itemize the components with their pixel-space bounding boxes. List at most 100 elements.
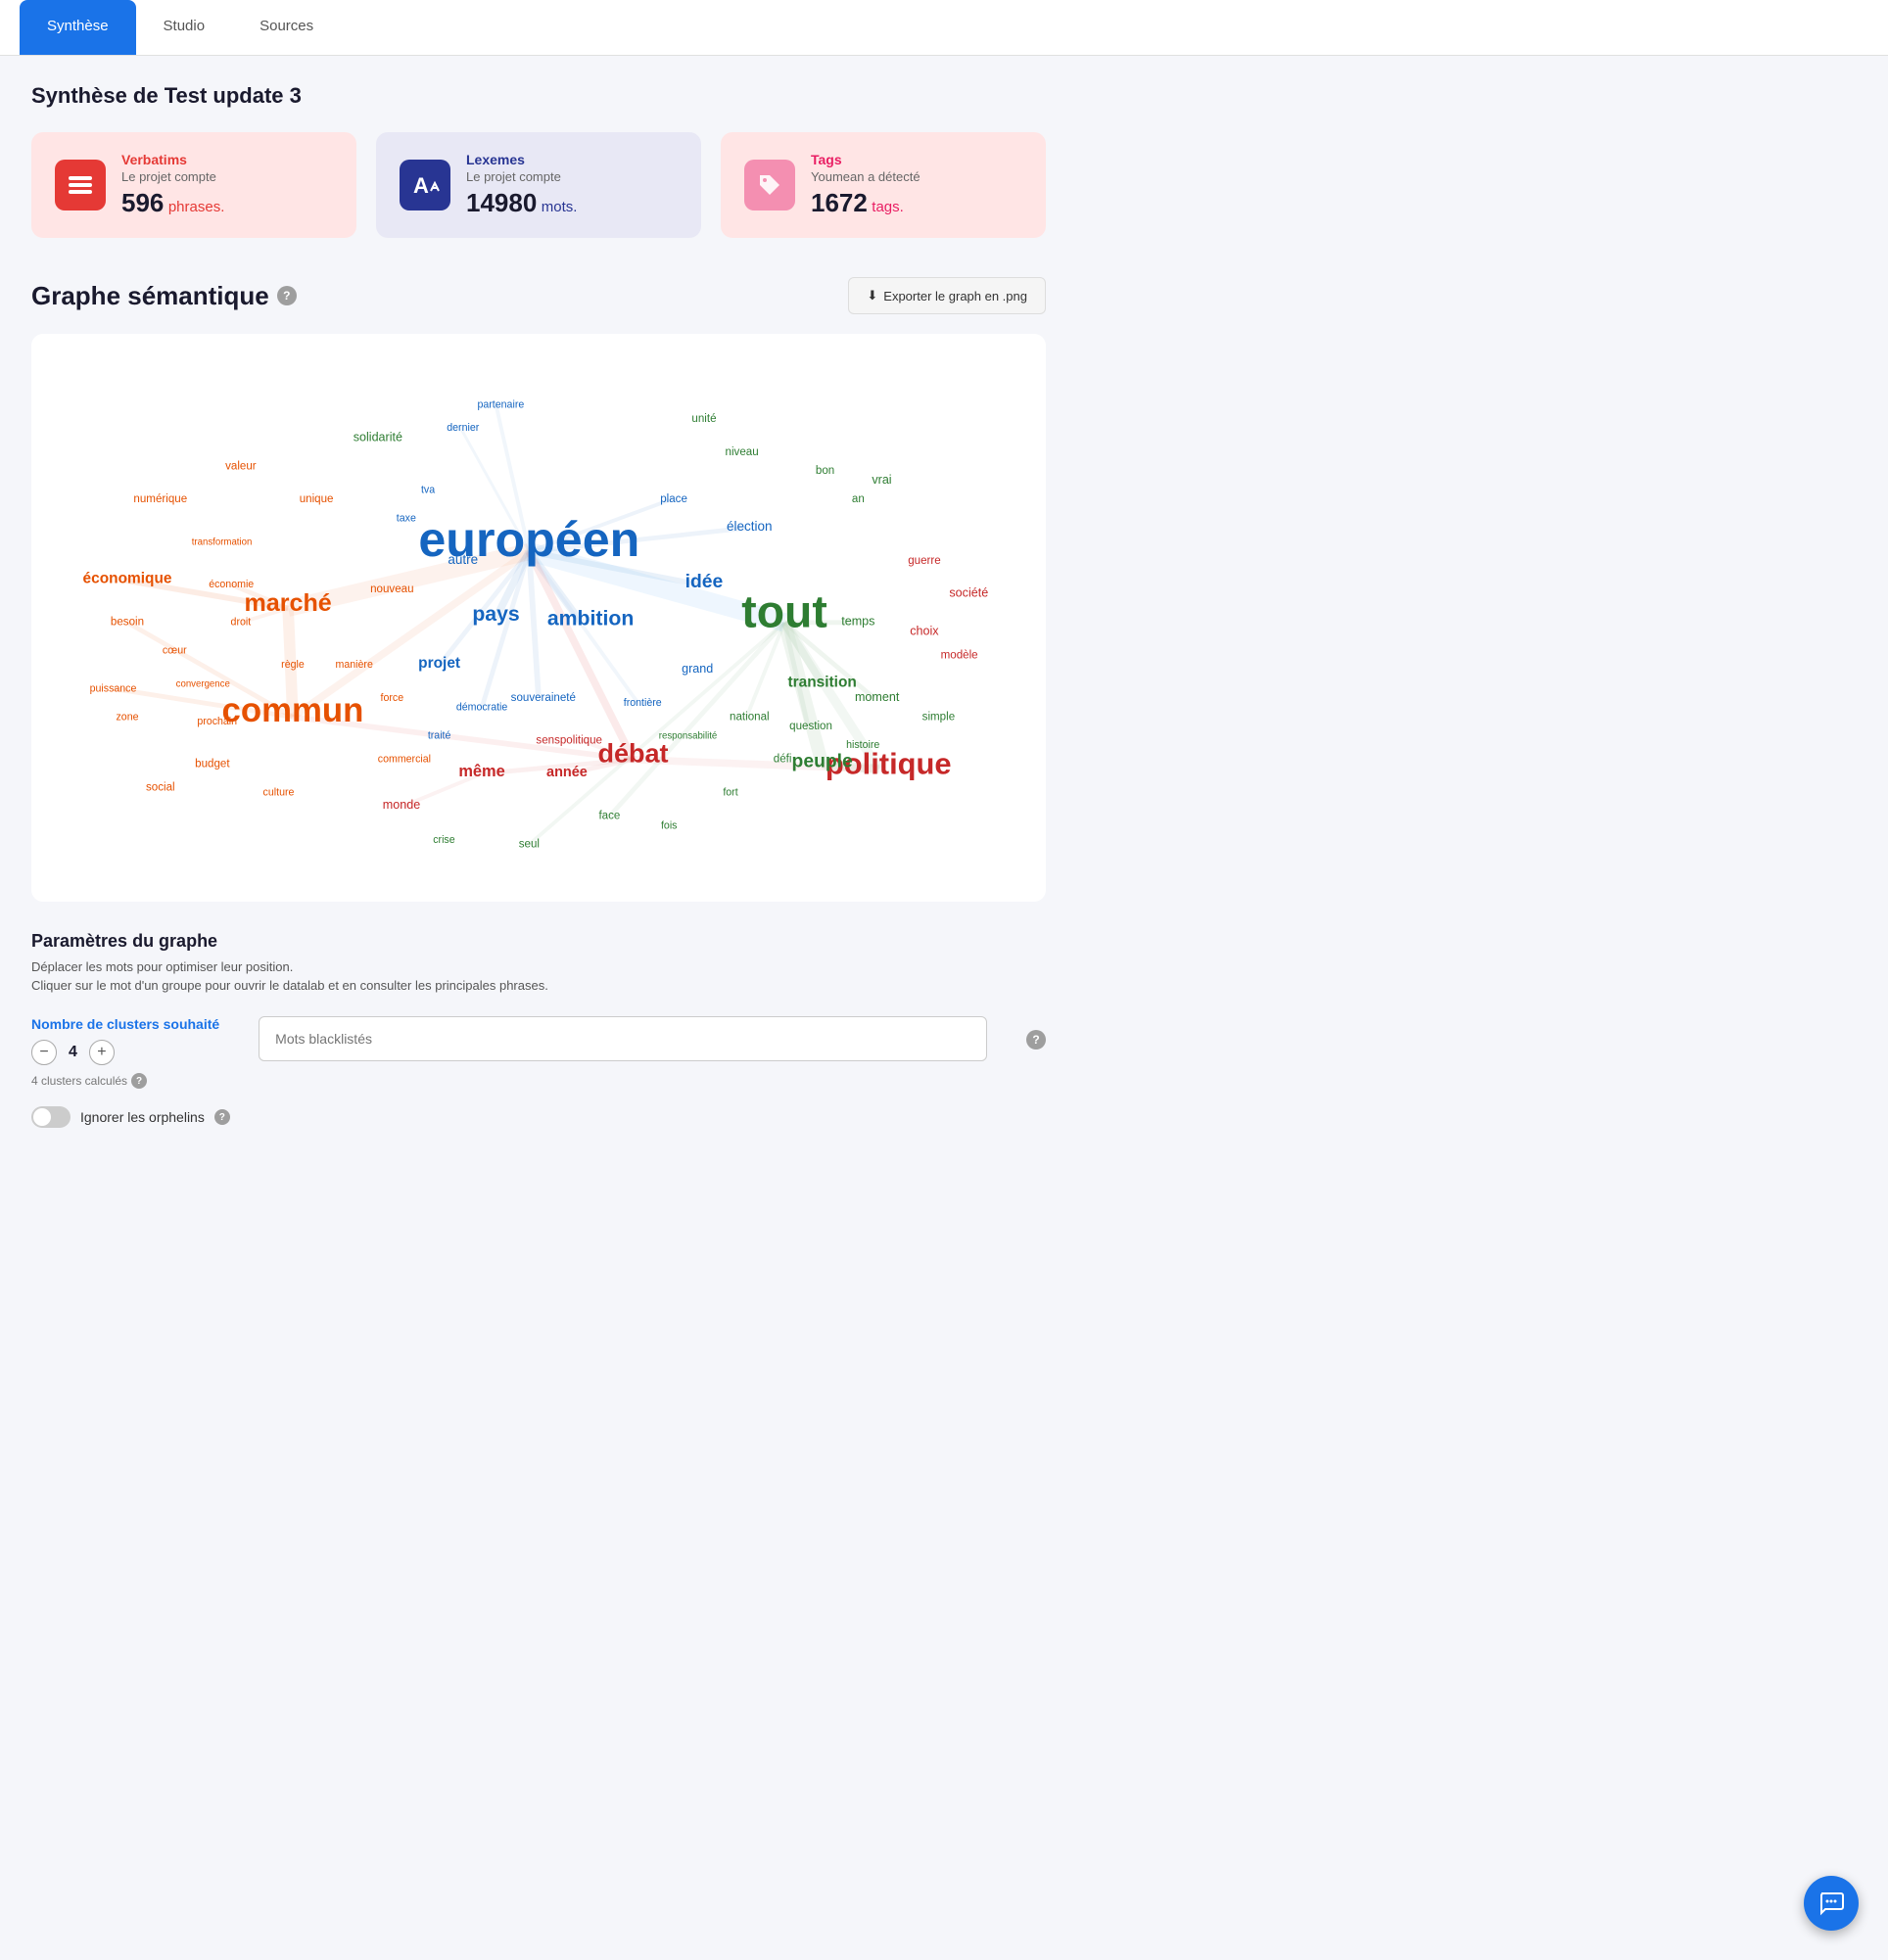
svg-text:solidarité: solidarité — [354, 430, 402, 443]
svg-text:A: A — [413, 173, 429, 198]
verbatims-desc: Le projet compte — [121, 169, 224, 184]
cluster-decrement-button[interactable]: − — [31, 1040, 57, 1065]
lexemes-label: Lexemes — [466, 152, 577, 167]
cluster-label: Nombre de clusters souhaité — [31, 1016, 219, 1032]
svg-text:société: société — [949, 586, 988, 600]
svg-text:élection: élection — [727, 519, 773, 534]
cluster-increment-button[interactable]: + — [89, 1040, 115, 1065]
orphans-help-icon[interactable]: ? — [214, 1109, 230, 1125]
svg-text:droit: droit — [231, 617, 252, 629]
svg-text:convergence: convergence — [176, 678, 230, 689]
svg-text:frontière: frontière — [624, 697, 662, 709]
svg-text:prochain: prochain — [197, 716, 237, 727]
svg-text:crise: crise — [433, 834, 454, 846]
svg-text:histoire: histoire — [846, 739, 879, 751]
svg-text:tout: tout — [741, 586, 826, 637]
svg-text:souveraineté: souveraineté — [511, 692, 576, 704]
svg-text:commercial: commercial — [378, 754, 431, 766]
svg-text:force: force — [381, 692, 404, 704]
svg-text:besoin: besoin — [111, 617, 144, 629]
lexemes-card[interactable]: A Lexemes Le projet compte 14980 mots. — [376, 132, 701, 238]
svg-text:bon: bon — [816, 465, 834, 477]
svg-text:budget: budget — [195, 759, 230, 770]
stats-row: Verbatims Le projet compte 596 phrases. … — [31, 132, 1046, 238]
lexemes-desc: Le projet compte — [466, 169, 577, 184]
toggle-row: Ignorer les orphelins ? — [31, 1106, 1046, 1128]
svg-text:monde: monde — [383, 798, 420, 812]
cluster-control: Nombre de clusters souhaité − 4 + 4 clus… — [31, 1016, 219, 1089]
graph-help-icon[interactable]: ? — [277, 286, 297, 305]
semantic-graph-svg: européen tout commun politique marché dé… — [41, 344, 1036, 892]
cluster-value: 4 — [69, 1044, 77, 1061]
svg-text:face: face — [598, 811, 620, 822]
svg-text:ambition: ambition — [547, 607, 634, 630]
svg-text:peuple: peuple — [792, 752, 853, 772]
svg-text:simple: simple — [922, 711, 955, 723]
blacklist-help-icon[interactable]: ? — [1026, 1030, 1046, 1050]
svg-text:partenaire: partenaire — [477, 399, 524, 411]
svg-text:social: social — [146, 782, 175, 794]
lexemes-number: 14980 mots. — [466, 188, 577, 218]
verbatims-card[interactable]: Verbatims Le projet compte 596 phrases. — [31, 132, 356, 238]
svg-text:démocratie: démocratie — [456, 702, 508, 714]
params-controls: Nombre de clusters souhaité − 4 + 4 clus… — [31, 1016, 1046, 1089]
svg-text:pays: pays — [472, 602, 519, 626]
graph-container: européen tout commun politique marché dé… — [31, 334, 1046, 902]
blacklist-control — [259, 1016, 987, 1061]
tab-studio[interactable]: Studio — [136, 0, 233, 55]
blacklist-input[interactable] — [259, 1016, 987, 1061]
params-desc2: Cliquer sur le mot d'un groupe pour ouvr… — [31, 978, 1046, 993]
svg-text:transformation: transformation — [192, 537, 253, 548]
tags-icon — [744, 160, 795, 210]
verbatims-label: Verbatims — [121, 152, 224, 167]
svg-text:autre: autre — [448, 552, 478, 567]
download-icon: ⬇ — [867, 288, 877, 303]
svg-text:politique: politique — [560, 734, 602, 746]
orphans-toggle[interactable] — [31, 1106, 71, 1128]
lexemes-text: Lexemes Le projet compte 14980 mots. — [466, 152, 577, 218]
svg-text:même: même — [458, 763, 504, 780]
svg-text:unique: unique — [300, 493, 334, 505]
svg-text:valeur: valeur — [225, 460, 257, 472]
svg-text:défi: défi — [774, 754, 792, 766]
svg-text:choix: choix — [910, 624, 939, 637]
graph-section-header: Graphe sémantique ? ⬇ Exporter le graph … — [31, 277, 1046, 314]
lexemes-icon: A — [400, 160, 450, 210]
cluster-stepper: − 4 + — [31, 1040, 219, 1065]
cluster-help-icon[interactable]: ? — [131, 1073, 147, 1089]
tabs-bar: Synthèse Studio Sources — [0, 0, 1888, 56]
svg-text:an: an — [852, 493, 865, 505]
verbatims-number: 596 phrases. — [121, 188, 224, 218]
svg-text:idée: idée — [685, 572, 724, 592]
svg-text:fois: fois — [661, 819, 678, 831]
svg-text:cœur: cœur — [163, 645, 187, 657]
chat-fab-button[interactable] — [1804, 1876, 1859, 1931]
tags-text: Tags Youmean a détecté 1672 tags. — [811, 152, 920, 218]
tags-unit: tags. — [872, 199, 904, 215]
svg-text:guerre: guerre — [908, 555, 940, 567]
params-desc1: Déplacer les mots pour optimiser leur po… — [31, 959, 1046, 974]
svg-text:niveau: niveau — [726, 446, 759, 458]
params-title: Paramètres du graphe — [31, 931, 1046, 952]
svg-text:unité: unité — [691, 413, 716, 425]
svg-text:marché: marché — [244, 589, 331, 617]
main-content: Synthèse de Test update 3 Verbatims Le p… — [0, 56, 1077, 1155]
verbatims-icon — [55, 160, 106, 210]
svg-text:économie: économie — [209, 579, 254, 590]
svg-text:économique: économique — [83, 570, 172, 586]
graph-title: Graphe sémantique ? — [31, 281, 297, 311]
tab-synthese[interactable]: Synthèse — [20, 0, 136, 55]
tags-card[interactable]: Tags Youmean a détecté 1672 tags. — [721, 132, 1046, 238]
tab-sources[interactable]: Sources — [232, 0, 341, 55]
svg-text:fort: fort — [723, 787, 737, 799]
export-graph-button[interactable]: ⬇ Exporter le graph en .png — [848, 277, 1046, 314]
tags-desc: Youmean a détecté — [811, 169, 920, 184]
cluster-sub-text: 4 clusters calculés — [31, 1074, 127, 1088]
svg-text:traité: traité — [428, 730, 451, 742]
svg-text:sens: sens — [536, 734, 560, 746]
svg-text:commun: commun — [222, 692, 364, 729]
chat-icon — [1818, 1890, 1844, 1916]
lexemes-unit: mots. — [542, 199, 578, 215]
verbatims-text: Verbatims Le projet compte 596 phrases. — [121, 152, 224, 218]
svg-text:année: année — [546, 765, 588, 780]
